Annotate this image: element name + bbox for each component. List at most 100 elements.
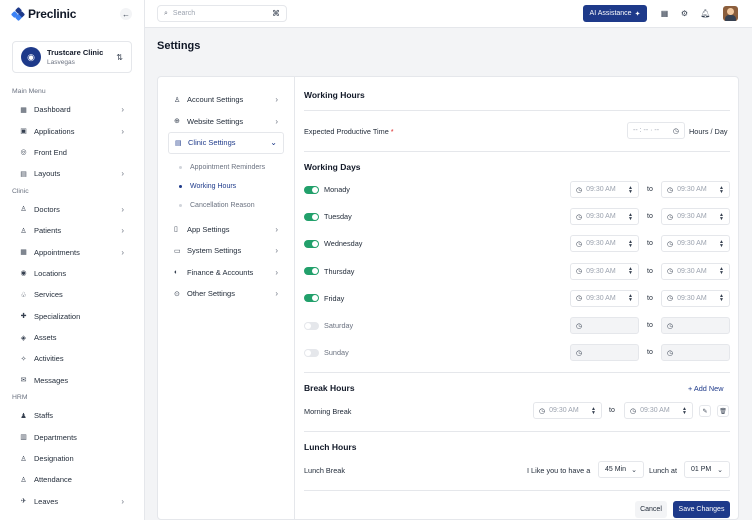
sidebar-item-designation[interactable]: ♙ Designation <box>0 448 144 469</box>
sidebar-item-front-end[interactable]: ◎ Front End <box>0 142 144 163</box>
day-from-input[interactable]: ◷ <box>570 344 639 362</box>
ai-assistance-button[interactable]: AI Assistance ✦ <box>583 5 647 22</box>
sidebar-item-label: Locations <box>34 268 67 278</box>
day-to-input[interactable]: ◷ 09:30 AM ▲ ▼ <box>661 208 730 226</box>
cancel-button[interactable]: Cancel <box>635 501 667 518</box>
settings-nav-system-settings[interactable]: ▭ System Settings › <box>168 240 284 262</box>
sidebar-item-applications[interactable]: ▣ Applications › <box>0 120 144 141</box>
collapse-sidebar-button[interactable]: ← <box>120 8 132 20</box>
sidebar-item-staffs[interactable]: ♟ Staffs <box>0 405 144 426</box>
settings-nav-label: Clinic Settings <box>188 138 236 148</box>
clock-icon: ◷ <box>630 407 637 415</box>
settings-subnav-cancellation-reason[interactable]: Cancellation Reason <box>158 196 294 215</box>
productive-time-input[interactable]: -- : -- · -- ◷ <box>627 122 685 139</box>
break-from-input[interactable]: ◷ 09:30 AM ▲ ▼ <box>533 402 602 419</box>
chevron-right-icon: › <box>121 247 124 257</box>
sidebar-item-doctors[interactable]: ♙ Doctors › <box>0 199 144 220</box>
day-from-input[interactable]: ◷ <box>570 317 639 334</box>
settings-nav-account-settings[interactable]: ♙ Account Settings › <box>168 89 284 111</box>
sidebar-item-attendance[interactable]: ♙ Attendance <box>0 469 144 490</box>
sidebar-item-patients[interactable]: ♙ Patients › <box>0 220 144 241</box>
day-from-input[interactable]: ◷ 09:30 AM ▲ ▼ <box>570 289 639 307</box>
globe-icon: ◎ <box>20 149 27 157</box>
lunch-duration-select[interactable]: 45 Min ⌄ <box>598 461 644 478</box>
productive-time-placeholder: -- : -- · -- <box>633 127 660 134</box>
day-toggle[interactable] <box>304 185 319 194</box>
lunch-at-label: Lunch at <box>649 466 677 475</box>
settings-nav-label: Account Settings <box>187 95 244 105</box>
spinner-icon: ▲ ▼ <box>719 293 724 304</box>
sidebar-item-departments[interactable]: ▥ Departments <box>0 426 144 447</box>
sidebar-item-assets[interactable]: ◈ Assets <box>0 327 144 348</box>
day-toggle[interactable] <box>304 239 319 248</box>
day-to-input[interactable]: ◷ <box>661 317 730 334</box>
brand-name: Preclinic <box>28 7 77 21</box>
sidebar-item-label: Dashboard <box>34 105 71 115</box>
day-to-input[interactable]: ◷ 09:30 AM ▲ ▼ <box>661 262 730 280</box>
day-toggle[interactable] <box>304 348 319 357</box>
settings-nav-finance-accounts[interactable]: ◐ Finance & Accounts › <box>168 262 284 284</box>
spinner-icon: ▲ ▼ <box>628 211 633 222</box>
break-to-input[interactable]: ◷ 09:30 AM ▲ ▼ <box>624 402 693 419</box>
day-to-input[interactable]: ◷ 09:30 AM ▲ ▼ <box>661 181 730 198</box>
clock-icon: ◷ <box>667 295 674 303</box>
day-from-input[interactable]: ◷ 09:30 AM ▲ ▼ <box>570 235 639 253</box>
day-to-input[interactable]: ◷ <box>661 344 730 362</box>
sidebar-item-label: Departments <box>34 432 77 442</box>
delete-break-button[interactable]: 🗑︎ <box>717 405 729 417</box>
clinic-name: Trustcare Clinic <box>47 48 104 57</box>
add-new-break-button[interactable]: + Add New <box>688 384 724 393</box>
settings-nav-other-settings[interactable]: ⊙ Other Settings › <box>168 283 284 305</box>
settings-nav-website-settings[interactable]: ⊕ Website Settings › <box>168 111 284 133</box>
page-title: Settings <box>157 40 201 52</box>
day-toggle[interactable] <box>304 212 319 221</box>
clinic-switcher[interactable]: ◉ Trustcare Clinic Lasvegas ⇅ <box>12 41 132 73</box>
settings-subnav-working-hours[interactable]: Working Hours <box>158 177 294 196</box>
day-from-input[interactable]: ◷ 09:30 AM ▲ ▼ <box>570 181 639 198</box>
chevron-down-icon: ⌄ <box>270 138 277 148</box>
settings-nav-app-settings[interactable]: ▯ App Settings › <box>168 219 284 241</box>
day-name: Monady <box>324 185 350 194</box>
sidebar-item-label: Staffs <box>34 411 54 421</box>
clock-icon: ◷ <box>667 186 674 194</box>
sidebar-item-specialization[interactable]: ✚ Specialization <box>0 306 144 327</box>
day-to-input[interactable]: ◷ 09:30 AM ▲ ▼ <box>661 289 730 307</box>
to-label: to <box>647 186 653 193</box>
day-to-input-value: 09:30 AM <box>677 267 707 275</box>
sidebar-item-label: Attendance <box>34 475 72 485</box>
edit-break-button[interactable]: ✎ <box>699 405 711 417</box>
sidebar-item-services[interactable]: ♧ Services <box>0 284 144 305</box>
clock-icon: ◷ <box>576 240 583 248</box>
search-input[interactable]: ⌕ Search ⌘ <box>157 5 287 22</box>
day-toggle[interactable] <box>304 294 319 303</box>
lunch-break-label: Lunch Break <box>304 466 345 475</box>
sidebar-item-appointments[interactable]: ▦ Appointments › <box>0 241 144 262</box>
day-from-input[interactable]: ◷ 09:30 AM ▲ ▼ <box>570 208 639 226</box>
calendar-icon[interactable]: ▦ <box>658 7 671 20</box>
settings-icon[interactable]: ⚙ <box>678 7 691 20</box>
settings-subnav-appointment-reminders[interactable]: Appointment Reminders <box>158 158 294 177</box>
user-avatar[interactable] <box>723 6 738 21</box>
chevron-right-icon: › <box>275 224 278 234</box>
sidebar-item-activities[interactable]: ✧ Activities <box>0 348 144 369</box>
day-to-input[interactable]: ◷ 09:30 AM ▲ ▼ <box>661 235 730 253</box>
sidebar-item-layouts[interactable]: ▤ Layouts › <box>0 163 144 184</box>
sidebar: Preclinic ← ◉ Trustcare Clinic Lasvegas … <box>0 0 145 520</box>
save-changes-button[interactable]: Save Changes <box>673 501 730 518</box>
assets-icon: ◈ <box>20 334 27 342</box>
account-icon: ♙ <box>174 96 181 104</box>
to-label: to <box>647 213 653 221</box>
sidebar-item-dashboard[interactable]: ▦ Dashboard › <box>0 99 144 120</box>
settings-nav-clinic-settings[interactable]: ▤ Clinic Settings ⌄ <box>168 132 284 154</box>
sidebar-item-messages[interactable]: ✉ Messages <box>0 370 144 391</box>
sidebar-item-locations[interactable]: ◉ Locations <box>0 263 144 284</box>
notification-icon[interactable]: 🔔︎ <box>699 7 712 20</box>
to-label: to <box>647 294 653 302</box>
day-toggle[interactable] <box>304 267 319 276</box>
day-toggle[interactable] <box>304 321 319 330</box>
lunch-duration-value: 45 Min <box>605 466 627 473</box>
day-from-input-value: 09:30 AM <box>586 294 616 302</box>
day-from-input[interactable]: ◷ 09:30 AM ▲ ▼ <box>570 262 639 280</box>
lunch-time-select[interactable]: 01 PM ⌄ <box>684 461 730 478</box>
sidebar-item-leaves[interactable]: ✈ Leaves › <box>0 491 144 512</box>
